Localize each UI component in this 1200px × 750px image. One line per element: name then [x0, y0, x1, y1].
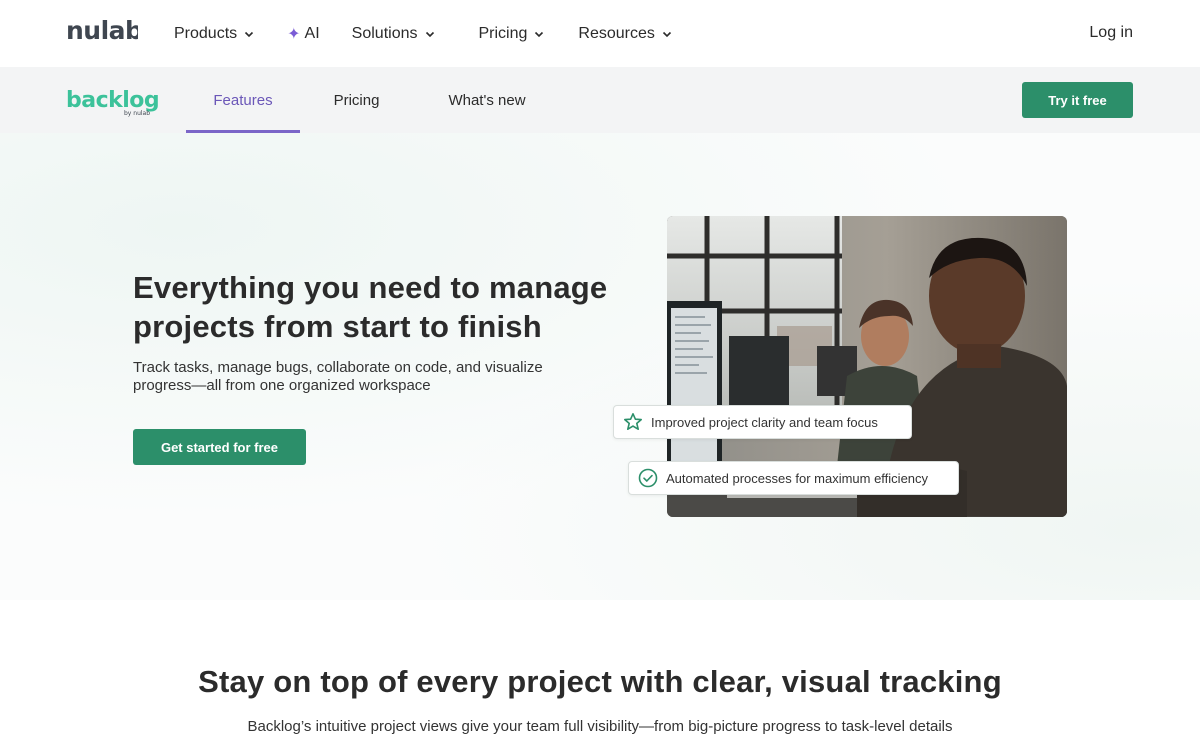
subnav-tabs: Features Pricing What's new — [186, 67, 555, 133]
get-started-button[interactable]: Get started for free — [133, 429, 306, 465]
hero-subtitle: Track tasks, manage bugs, collaborate on… — [133, 359, 543, 394]
tab-features[interactable]: Features — [186, 67, 300, 133]
svg-text:by nulab: by nulab — [124, 110, 150, 117]
menu-solutions[interactable]: Solutions — [352, 25, 435, 43]
chevron-down-icon — [425, 31, 434, 37]
star-icon — [623, 412, 643, 432]
menu-solutions-label: Solutions — [351, 24, 418, 42]
chevron-down-icon — [535, 31, 544, 37]
menu-ai-label: AI — [304, 24, 320, 42]
tab-pricing[interactable]: Pricing — [300, 67, 413, 133]
menu-pricing-label: Pricing — [478, 24, 528, 42]
benefit-badge-efficiency-label: Automated processes for maximum efficien… — [666, 470, 929, 486]
menu-pricing[interactable]: Pricing — [479, 25, 545, 43]
global-nav: nulab Products ✦ AI Solutions Pricing Re… — [0, 0, 1200, 67]
backlog-logo-mark: backlog by nulab — [66, 88, 160, 117]
login-link[interactable]: Log in — [1089, 24, 1133, 42]
menu-products[interactable]: Products — [174, 25, 254, 43]
tab-features-label: Features — [213, 91, 273, 109]
menu-products-label: Products — [174, 24, 238, 42]
menu-resources-label: Resources — [578, 24, 655, 42]
section-subtitle: Backlog’s intuitive project views give y… — [247, 718, 953, 735]
nulab-logo-mark: nulab — [66, 19, 138, 43]
chevron-down-icon — [662, 31, 671, 37]
hero-title: Everything you need to manage projects f… — [133, 270, 608, 344]
menu-resources[interactable]: Resources — [578, 25, 671, 43]
benefit-badge-clarity-label: Improved project clarity and team focus — [651, 414, 878, 430]
chevron-down-icon — [245, 31, 254, 37]
check-circle-icon — [638, 468, 658, 488]
svg-text:nulab: nulab — [66, 19, 138, 43]
tab-whats-new-label: What's new — [448, 91, 526, 109]
benefit-badge-clarity: Improved project clarity and team focus — [613, 405, 912, 439]
nulab-logo[interactable]: nulab — [66, 19, 138, 43]
tab-pricing-label: Pricing — [333, 91, 380, 109]
sparkle-icon: ✦ — [287, 25, 301, 43]
global-menu: Products ✦ AI Solutions Pricing Resource… — [174, 0, 705, 67]
try-it-free-button[interactable]: Try it free — [1022, 82, 1133, 118]
product-subnav — [0, 67, 1200, 133]
backlog-logo[interactable]: backlog by nulab — [66, 88, 162, 123]
benefit-badge-efficiency: Automated processes for maximum efficien… — [628, 461, 959, 495]
menu-ai[interactable]: ✦ AI — [287, 24, 320, 44]
section-title: Stay on top of every project with clear,… — [198, 664, 1002, 699]
tab-whats-new[interactable]: What's new — [419, 67, 555, 133]
